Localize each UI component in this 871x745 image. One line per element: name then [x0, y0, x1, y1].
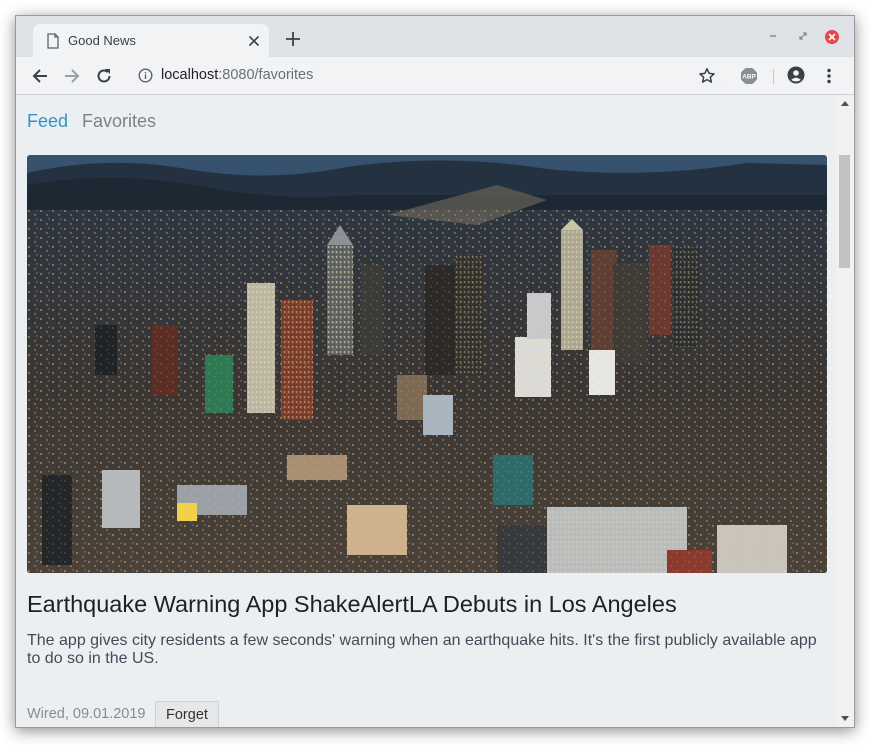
scroll-up-arrow-icon[interactable]: [841, 100, 849, 106]
address-bar[interactable]: localhost:8080/favorites: [128, 61, 728, 90]
article-description: The app gives city residents a few secon…: [27, 632, 817, 667]
page-viewport: Feed Favorites Earthquake Warning App Sh…: [16, 95, 836, 727]
city-skyline-image: [27, 155, 827, 573]
back-arrow-icon[interactable]: [31, 67, 49, 85]
new-tab-plus-icon[interactable]: [285, 31, 301, 47]
close-icon: [828, 33, 836, 41]
window-close-button[interactable]: [825, 30, 839, 44]
tab-strip: Good News: [16, 16, 854, 57]
url-path: :8080/favorites: [218, 67, 314, 83]
browser-toolbar: localhost:8080/favorites ABP: [16, 57, 854, 95]
scrollbar-thumb[interactable]: [839, 155, 850, 268]
tab-title: Good News: [68, 33, 136, 48]
browser-tab[interactable]: Good News: [33, 24, 269, 57]
kebab-menu-icon[interactable]: [820, 67, 838, 85]
reload-icon[interactable]: [95, 67, 113, 85]
vertical-scrollbar[interactable]: [836, 95, 854, 727]
tab-close-icon[interactable]: [247, 34, 261, 48]
bookmark-star-icon[interactable]: [698, 67, 716, 85]
scroll-down-arrow-icon[interactable]: [841, 716, 849, 722]
nav-favorites-link[interactable]: Favorites: [82, 111, 156, 131]
account-icon[interactable]: [787, 66, 805, 84]
adblock-plus-icon[interactable]: ABP: [740, 67, 758, 85]
toolbar-divider: [773, 69, 774, 84]
url-host: localhost: [161, 67, 219, 83]
maximize-icon[interactable]: [797, 30, 809, 42]
forward-arrow-icon[interactable]: [63, 67, 81, 85]
article-image[interactable]: [27, 155, 827, 573]
site-info-icon[interactable]: [138, 68, 153, 83]
top-nav: Feed Favorites: [27, 111, 170, 132]
page-icon: [47, 33, 59, 49]
minimize-icon[interactable]: [767, 30, 779, 42]
svg-text:ABP: ABP: [742, 74, 756, 81]
forget-button[interactable]: Forget: [155, 701, 219, 727]
nav-feed-link[interactable]: Feed: [27, 111, 68, 131]
article-source-date: Wired, 09.01.2019: [27, 706, 146, 722]
article-title[interactable]: Earthquake Warning App ShakeAlertLA Debu…: [27, 591, 677, 618]
browser-window: Good News localhost:8080/favorites ABP F…: [15, 15, 855, 728]
url-text[interactable]: localhost:8080/favorites: [161, 67, 313, 83]
